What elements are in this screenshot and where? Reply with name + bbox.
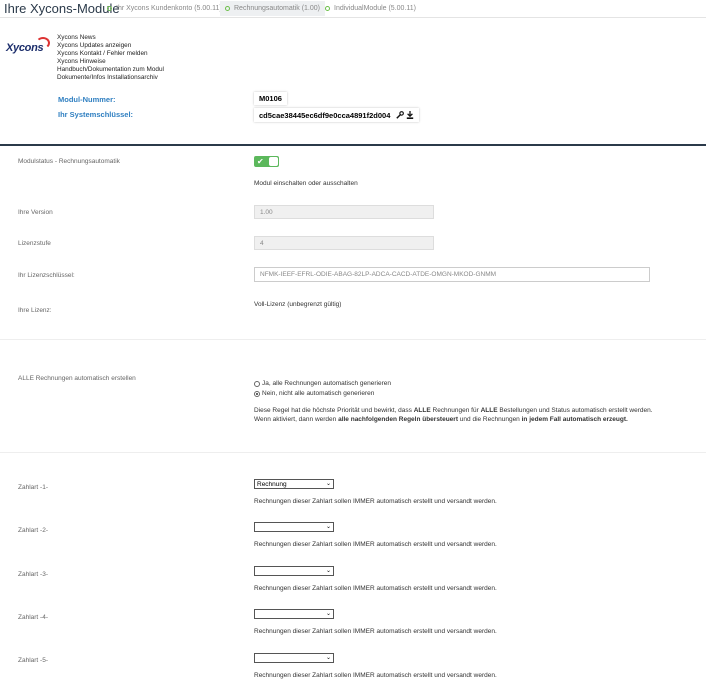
download-icon[interactable]: [406, 111, 414, 119]
chevron-down-icon: ⌄: [325, 655, 331, 661]
systemschluessel-label: Ihr Systemschlüssel:: [58, 110, 134, 119]
desc-text: Wenn aktiviert, dann werden: [254, 416, 339, 423]
alle-rechnungen-desc1: Diese Regel hat die höchste Priorität un…: [254, 407, 653, 414]
desc-text: Rechnungen für: [430, 407, 481, 414]
modul-nummer-value: M0106: [254, 92, 287, 105]
check-icon: ✔: [257, 157, 264, 166]
zahlart-5-label: Zahlart -5-: [18, 657, 48, 664]
radio-ja[interactable]: Ja, alle Rechnungen automatisch generier…: [254, 380, 391, 387]
xycons-logo: Xycons: [6, 42, 44, 54]
zahlart-1-label: Zahlart -1-: [18, 484, 48, 491]
link-hinweise[interactable]: Xycons Hinweise: [57, 58, 106, 65]
link-dokumente[interactable]: Dokumente/Infos Installationsarchiv: [57, 74, 158, 81]
tab-label: Rechnungsautomatik (1.00): [234, 5, 320, 12]
top-header: Ihre Xycons-Module Ihr Xycons Kundenkont…: [0, 0, 706, 18]
version-field: 1.00: [254, 205, 434, 219]
desc-bold: alle nachfolgenden Regeln übersteuert: [338, 416, 458, 423]
separator: [0, 452, 706, 453]
tab-individualmodule[interactable]: IndividualModule (5.00.11): [320, 1, 421, 16]
alle-rechnungen-desc2: Wenn aktiviert, dann werden alle nachfol…: [254, 416, 628, 423]
lizenzstufe-label: Lizenzstufe: [18, 240, 51, 247]
link-kontakt[interactable]: Xycons Kontakt / Fehler melden: [57, 50, 148, 57]
chevron-down-icon: ⌄: [325, 611, 331, 617]
zahlart-1-help: Rechnungen dieser Zahlart sollen IMMER a…: [254, 498, 497, 505]
zahlart-3-select[interactable]: ⌄: [254, 566, 334, 576]
zahlart-4-select[interactable]: ⌄: [254, 609, 334, 619]
link-updates[interactable]: Xycons Updates anzeigen: [57, 42, 131, 49]
zahlart-4-label: Zahlart -4-: [18, 614, 48, 621]
desc-bold: ALLE: [413, 407, 431, 414]
status-dot-icon: [107, 6, 112, 11]
status-dot-icon: [225, 6, 230, 11]
zahlart-2-help: Rechnungen dieser Zahlart sollen IMMER a…: [254, 541, 497, 548]
zahlart-2-select[interactable]: ⌄: [254, 522, 334, 532]
version-label: Ihre Version: [18, 209, 53, 216]
radio-circle-icon[interactable]: [254, 390, 260, 397]
tab-rechnungsautomatik[interactable]: Rechnungsautomatik (1.00): [220, 1, 325, 16]
alle-rechnungen-label: ALLE Rechnungen automatisch erstellen: [18, 375, 136, 382]
systemschluessel-text: cd5cae38445ec6df9e0cca4891f2d004: [259, 110, 391, 120]
zahlart-3-help: Rechnungen dieser Zahlart sollen IMMER a…: [254, 585, 497, 592]
desc-bold: in jedem Fall automatisch erzeugt.: [521, 416, 628, 423]
desc-text: Diese Regel hat die höchste Priorität un…: [254, 407, 414, 414]
zahlart-1-select[interactable]: Rechnung ⌄: [254, 479, 334, 489]
toggle-knob: [269, 157, 278, 166]
chevron-down-icon: ⌄: [325, 481, 331, 487]
link-handbuch[interactable]: Handbuch/Dokumentation zum Modul: [57, 66, 164, 73]
modulstatus-label: Modulstatus - Rechnungsautomatik: [18, 158, 120, 165]
lizenzstufe-field: 4: [254, 236, 434, 250]
lizenz-label: Ihre Lizenz:: [18, 307, 52, 314]
section-divider: [0, 144, 706, 146]
chevron-down-icon: ⌄: [325, 568, 331, 574]
wrench-icon[interactable]: [396, 111, 404, 119]
separator: [0, 339, 706, 340]
zahlart-5-select[interactable]: ⌄: [254, 653, 334, 663]
select-value: Rechnung: [257, 480, 287, 488]
desc-text: und die Rechnungen: [458, 416, 522, 423]
tab-label: IndividualModule (5.00.11): [334, 5, 416, 12]
zahlart-4-help: Rechnungen dieser Zahlart sollen IMMER a…: [254, 628, 497, 635]
tab-kundenkonto[interactable]: Ihr Xycons Kundenkonto (5.00.11): [102, 1, 227, 16]
systemschluessel-value: cd5cae38445ec6df9e0cca4891f2d004: [254, 108, 419, 122]
zahlart-5-help: Rechnungen dieser Zahlart sollen IMMER a…: [254, 672, 497, 679]
modulstatus-help: Modul einschalten oder ausschalten: [254, 180, 358, 187]
modulstatus-toggle[interactable]: ✔: [254, 156, 279, 167]
tab-label: Ihr Xycons Kundenkonto (5.00.11): [116, 5, 222, 12]
zahlart-3-label: Zahlart -3-: [18, 571, 48, 578]
radio-nein-label: Nein, nicht alle automatisch generieren: [262, 390, 375, 397]
status-dot-icon: [325, 6, 330, 11]
radio-nein[interactable]: Nein, nicht alle automatisch generieren: [254, 390, 374, 397]
radio-ja-label: Ja, alle Rechnungen automatisch generier…: [262, 380, 392, 387]
lizenzschluessel-field[interactable]: NFMK-IEEF-EFRL-ODIE-ABAG-82LP-ADCA-CACD-…: [254, 267, 650, 282]
radio-circle-icon[interactable]: [254, 380, 260, 387]
desc-bold: ALLE: [480, 407, 498, 414]
zahlart-2-label: Zahlart -2-: [18, 527, 48, 534]
chevron-down-icon: ⌄: [325, 524, 331, 530]
lizenz-value: Voll-Lizenz (unbegrenzt gültig): [254, 301, 342, 308]
desc-text: Bestellungen und Status automatisch erst…: [497, 407, 653, 414]
lizenzschluessel-label: Ihr Lizenzschlüssel:: [18, 272, 75, 279]
modul-nummer-label: Modul-Nummer:: [58, 95, 116, 104]
link-news[interactable]: Xycons News: [57, 34, 96, 41]
